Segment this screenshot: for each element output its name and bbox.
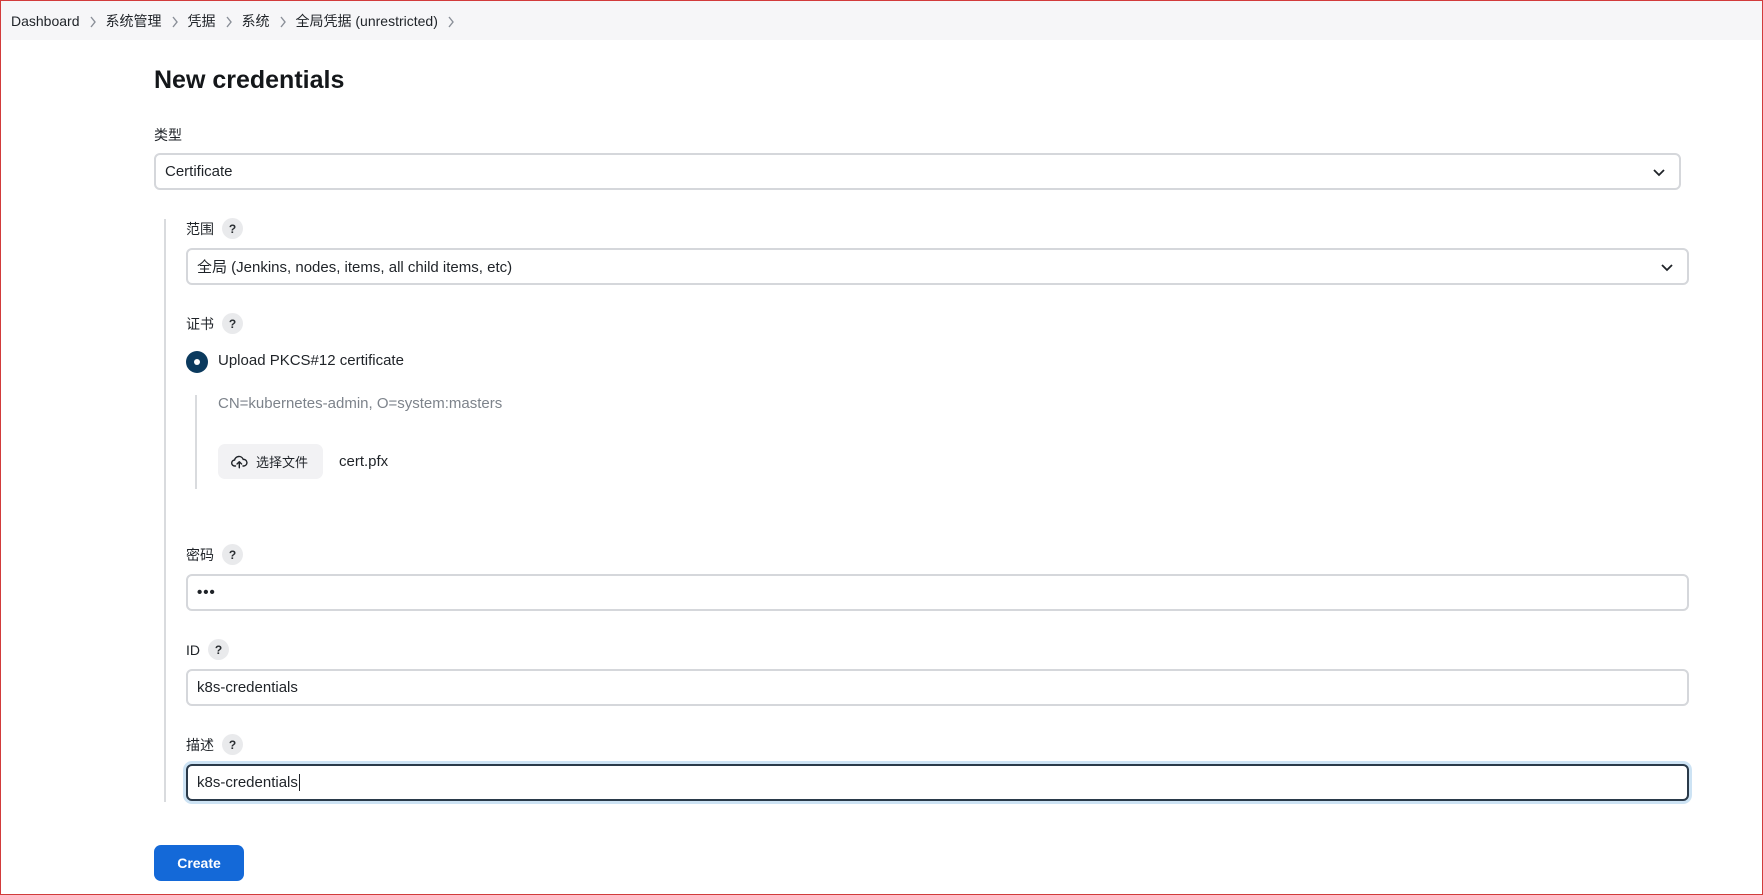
breadcrumb-label[interactable]: 系统管理 xyxy=(106,11,162,31)
description-value: k8s-credentials xyxy=(197,774,298,791)
chevron-down-icon xyxy=(1661,263,1673,271)
breadcrumb: Dashboard 系统管理 凭据 系统 全局凭据 (unrestricted) xyxy=(1,1,1762,40)
chevron-down-icon xyxy=(1653,168,1665,176)
help-icon[interactable]: ? xyxy=(222,218,243,239)
chevron-right-icon[interactable] xyxy=(162,13,188,28)
description-label: 描述 ? xyxy=(186,734,243,755)
help-icon[interactable]: ? xyxy=(222,734,243,755)
breadcrumb-item-credentials[interactable]: 凭据 xyxy=(188,11,242,31)
breadcrumb-label[interactable]: Dashboard xyxy=(11,13,80,29)
password-label: 密码 ? xyxy=(186,544,243,565)
help-icon[interactable]: ? xyxy=(222,313,243,334)
chevron-right-icon[interactable] xyxy=(80,13,106,28)
cloud-upload-icon xyxy=(231,455,248,468)
id-label-text: ID xyxy=(186,641,200,658)
upload-pkcs12-label[interactable]: Upload PKCS#12 certificate xyxy=(218,352,404,369)
text-caret xyxy=(298,774,300,791)
description-label-text: 描述 xyxy=(186,736,214,753)
certificate-subject: CN=kubernetes-admin, O=system:masters xyxy=(218,395,503,412)
upload-pkcs12-radio[interactable] xyxy=(186,351,208,373)
choose-file-button[interactable]: 选择文件 xyxy=(218,444,323,479)
password-label-text: 密码 xyxy=(186,546,214,563)
chevron-right-icon[interactable] xyxy=(270,13,296,28)
breadcrumb-item-system-management[interactable]: 系统管理 xyxy=(106,11,188,31)
section-divider xyxy=(164,219,166,802)
certificate-subsection-divider xyxy=(195,395,197,489)
type-label-text: 类型 xyxy=(154,127,182,143)
scope-label-text: 范围 xyxy=(186,220,214,237)
password-value: ••• xyxy=(197,584,216,601)
scope-select[interactable]: 全局 (Jenkins, nodes, items, all child ite… xyxy=(186,248,1689,285)
breadcrumb-label[interactable]: 全局凭据 (unrestricted) xyxy=(296,11,438,31)
id-label: ID ? xyxy=(186,639,229,660)
help-icon[interactable]: ? xyxy=(222,544,243,565)
scope-select-value: 全局 (Jenkins, nodes, items, all child ite… xyxy=(197,259,513,276)
type-label: 类型 xyxy=(154,125,182,145)
certificate-label: 证书 ? xyxy=(186,313,243,334)
breadcrumb-label[interactable]: 系统 xyxy=(242,11,270,31)
create-button[interactable]: Create xyxy=(154,845,244,881)
page-title: New credentials xyxy=(154,66,345,94)
choose-file-label: 选择文件 xyxy=(256,455,309,470)
breadcrumb-label[interactable]: 凭据 xyxy=(188,11,216,31)
password-field[interactable]: ••• xyxy=(186,574,1689,611)
id-value: k8s-credentials xyxy=(197,679,298,696)
chevron-right-icon[interactable] xyxy=(438,13,464,28)
breadcrumb-item-global-credentials[interactable]: 全局凭据 (unrestricted) xyxy=(296,11,464,31)
help-icon[interactable]: ? xyxy=(208,639,229,660)
id-field[interactable]: k8s-credentials xyxy=(186,669,1689,706)
chevron-right-icon[interactable] xyxy=(216,13,242,28)
type-select[interactable]: Certificate xyxy=(154,153,1681,190)
breadcrumb-item-system[interactable]: 系统 xyxy=(242,11,296,31)
description-field[interactable]: k8s-credentials xyxy=(186,764,1689,801)
certificate-label-text: 证书 xyxy=(186,315,214,332)
breadcrumb-item-dashboard[interactable]: Dashboard xyxy=(11,13,106,29)
type-select-value: Certificate xyxy=(165,163,233,180)
selected-file-name: cert.pfx xyxy=(339,453,389,470)
scope-label: 范围 ? xyxy=(186,218,243,239)
